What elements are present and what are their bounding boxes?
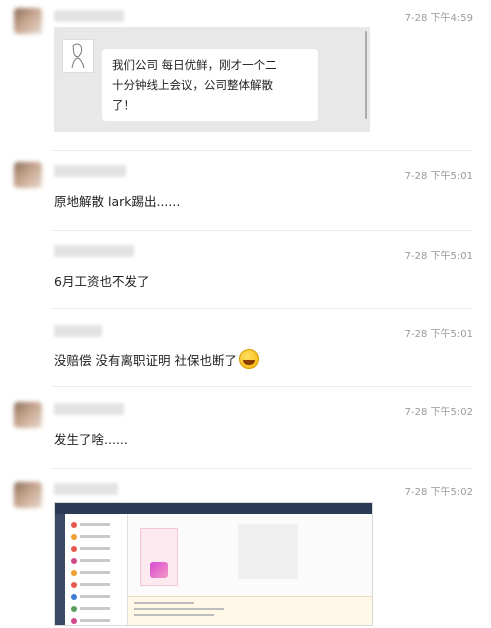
- message-text: 没赔偿 没有离职证明 社保也断了: [54, 349, 259, 369]
- thumb-gift-image: [150, 562, 168, 578]
- sender-name: [54, 483, 118, 495]
- divider: [52, 308, 471, 309]
- thumb-chat-list: [65, 514, 128, 625]
- message-text: 发生了啥......: [54, 432, 128, 447]
- laughing-tears-emoji-icon: [238, 349, 259, 369]
- scrollbar[interactable]: [365, 31, 367, 119]
- sender-name: [54, 10, 124, 22]
- divider: [52, 150, 471, 151]
- message-text: 6月工资也不发了: [54, 274, 150, 289]
- message-time: 7-28 下午5:01: [404, 171, 473, 182]
- message-time: 7-28 下午5:02: [404, 407, 473, 418]
- quote-bubble: 我们公司 每日优鲜，刚才一个二 十分钟线上会议，公司整体解散 了！: [102, 49, 318, 121]
- thumb-chat-area: [128, 514, 372, 625]
- message-text-content: 没赔偿 没有离职证明 社保也断了: [54, 353, 237, 368]
- message-item: 7-28 下午5:01 没赔偿 没有离职证明 社保也断了: [0, 316, 491, 386]
- message-item: 7-28 下午5:01 原地解散 lark踢出......: [0, 158, 491, 228]
- message-time: 7-28 下午5:02: [404, 487, 473, 498]
- quote-line: 十分钟线上会议，公司整体解散: [112, 78, 273, 92]
- sender-name: [54, 403, 124, 415]
- avatar[interactable]: [14, 482, 42, 508]
- divider: [52, 468, 471, 469]
- message-text: 原地解散 lark踢出......: [54, 194, 181, 209]
- quoted-message-card[interactable]: 我们公司 每日优鲜，刚才一个二 十分钟线上会议，公司整体解散 了！: [54, 27, 370, 132]
- screenshot-thumbnail[interactable]: [54, 502, 373, 626]
- divider: [52, 230, 471, 231]
- message-time: 7-28 下午5:01: [404, 251, 473, 262]
- quote-line: 我们公司 每日优鲜，刚才一个二: [112, 58, 277, 72]
- thumb-titlebar: [55, 503, 372, 514]
- thumb-panel: [238, 524, 298, 579]
- thumb-notice: [128, 596, 372, 625]
- message-time: 7-28 下午5:01: [404, 329, 473, 340]
- sketch-avatar-icon: [62, 39, 94, 73]
- divider: [52, 386, 471, 387]
- message-item: 7-28 下午4:59 我们公司 每日优鲜，刚才一个二 十分钟线上会议，公司整体…: [0, 0, 491, 140]
- message-time: 7-28 下午4:59: [404, 13, 473, 24]
- avatar[interactable]: [14, 402, 42, 428]
- message-item: 7-28 下午5:01 6月工资也不发了: [0, 238, 491, 308]
- sender-name: [54, 245, 134, 257]
- avatar[interactable]: [14, 8, 42, 34]
- quote-line: 了！: [112, 98, 135, 112]
- message-item: 7-28 下午5:02 发生了啥......: [0, 394, 491, 464]
- thumb-sidebar: [55, 514, 65, 625]
- sender-name: [54, 165, 126, 177]
- avatar[interactable]: [14, 162, 42, 188]
- sender-name: [54, 325, 102, 337]
